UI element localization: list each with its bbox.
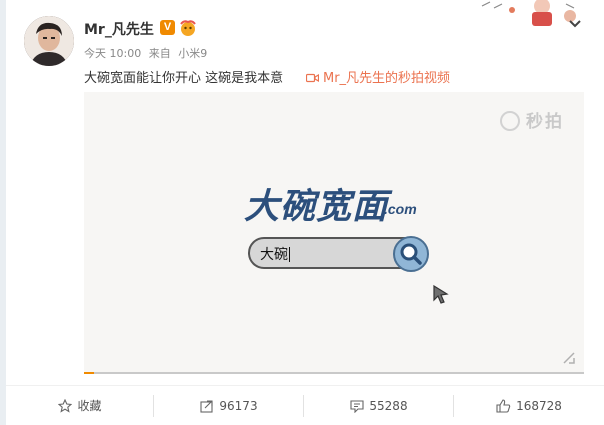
fullscreen-icon[interactable] bbox=[562, 350, 576, 364]
watermark-text: 秒拍 bbox=[526, 112, 564, 132]
comment-button[interactable]: 55288 bbox=[304, 386, 454, 425]
weibo-post-card: Mr_凡先生 V 今天 10:00 来自 小米9 大碗宽面能让你开心 这碗是我本… bbox=[6, 0, 604, 425]
action-bar: 收藏 96173 55288 168728 bbox=[6, 385, 604, 425]
video-search-text: 大碗 bbox=[260, 244, 290, 264]
like-count: 168728 bbox=[516, 399, 562, 413]
favorite-button[interactable]: 收藏 bbox=[6, 386, 154, 425]
source-prefix: 来自 bbox=[148, 47, 171, 60]
video-search-value: 大碗 bbox=[260, 247, 288, 263]
video-watermark: 秒拍 bbox=[500, 107, 564, 132]
video-logo-suffix: .com bbox=[384, 201, 417, 217]
video-link-label: Mr_凡先生的秒拍视频 bbox=[323, 71, 451, 86]
video-progress-fill bbox=[84, 372, 94, 374]
comment-icon bbox=[350, 400, 364, 414]
post-source: 小米9 bbox=[178, 47, 208, 60]
repost-icon bbox=[200, 400, 213, 413]
chevron-down-icon[interactable] bbox=[568, 14, 582, 28]
verified-badge: V bbox=[160, 20, 175, 35]
video-camera-icon bbox=[305, 72, 320, 83]
post-meta: 今天 10:00 来自 小米9 bbox=[84, 45, 211, 61]
avatar[interactable] bbox=[24, 16, 74, 66]
text-caret bbox=[289, 247, 290, 262]
emoji-badge bbox=[178, 19, 198, 37]
video-player[interactable]: 秒拍 大碗宽面 .com 大碗 bbox=[84, 92, 584, 374]
like-icon bbox=[496, 399, 511, 413]
username[interactable]: Mr_凡先生 bbox=[84, 19, 154, 39]
comment-count: 55288 bbox=[369, 399, 408, 413]
repost-button[interactable]: 96173 bbox=[154, 386, 304, 425]
decorative-sticker bbox=[472, 0, 582, 28]
search-icon bbox=[393, 236, 429, 272]
repost-count: 96173 bbox=[219, 399, 258, 413]
post-text: 大碗宽面能让你开心 这碗是我本意 bbox=[84, 71, 284, 86]
favorite-label: 收藏 bbox=[77, 399, 102, 413]
cursor-icon bbox=[432, 284, 450, 304]
video-progress-bar[interactable] bbox=[84, 372, 584, 374]
like-button[interactable]: 168728 bbox=[454, 386, 604, 425]
video-link[interactable]: Mr_凡先生的秒拍视频 bbox=[305, 67, 451, 86]
star-icon bbox=[58, 398, 73, 413]
watermark-logo-icon bbox=[500, 111, 520, 131]
post-time[interactable]: 今天 10:00 bbox=[84, 47, 141, 60]
video-logo: 大碗宽面 bbox=[244, 186, 389, 227]
